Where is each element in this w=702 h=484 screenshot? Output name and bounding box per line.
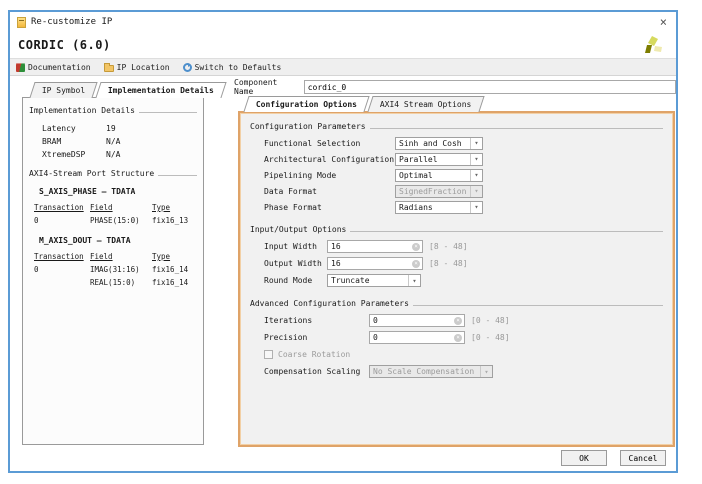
chevron-down-icon: ▾ [470, 138, 482, 149]
port-table-s-axis-phase: Transaction Field Type 0 PHASE(15:0) fix… [34, 201, 197, 227]
pipelining-mode-row: Pipelining Mode Optimal ▾ [264, 167, 663, 183]
data-format-row: Data Format SignedFraction ▾ [264, 183, 663, 199]
tab-implementation-details[interactable]: Implementation Details [96, 82, 227, 98]
phase-format-row: Phase Format Radians ▾ [264, 199, 663, 215]
recustomize-ip-dialog: Re-customize IP × CORDIC (6.0) Documenta… [8, 10, 678, 473]
ip-header: CORDIC (6.0) [10, 32, 676, 58]
page-title: CORDIC (6.0) [18, 38, 111, 52]
output-width-field[interactable]: 16 × [327, 257, 423, 270]
precision-range: [0 - 48] [471, 333, 510, 342]
folder-icon [104, 65, 114, 72]
app-icon [17, 17, 26, 28]
documentation-button[interactable]: Documentation [16, 63, 91, 72]
left-tab-bar: IP Symbol Implementation Details [32, 82, 227, 98]
clear-icon[interactable]: × [412, 243, 420, 251]
clear-icon[interactable]: × [454, 334, 462, 342]
architectural-configuration-dropdown[interactable]: Parallel ▾ [395, 153, 483, 166]
options-tab-bar: Configuration Options AXI4 Stream Option… [246, 96, 485, 112]
architectural-configuration-row: Architectural Configuration Parallel ▾ [264, 151, 663, 167]
chevron-down-icon: ▾ [470, 170, 482, 181]
toolbar: Documentation IP Location Switch to Defa… [10, 58, 676, 76]
input-width-row: Input Width 16 × [8 - 48] [264, 238, 663, 255]
table-row: REAL(15:0) fix16_14 [34, 276, 197, 289]
ip-location-button[interactable]: IP Location [104, 62, 170, 72]
coarse-rotation-label: Coarse Rotation [278, 350, 350, 359]
cancel-button[interactable]: Cancel [620, 450, 666, 466]
switch-to-defaults-label: Switch to Defaults [195, 63, 282, 72]
switch-to-defaults-button[interactable]: Switch to Defaults [183, 63, 282, 72]
port-table-m-axis-dout: Transaction Field Type 0 IMAG(31:16) fix… [34, 250, 197, 289]
tab-axi4-stream-options[interactable]: AXI4 Stream Options [368, 96, 485, 112]
documentation-label: Documentation [28, 63, 91, 72]
port-group-s-axis-phase: S_AXIS_PHASE — TDATA [39, 187, 197, 196]
compensation-scaling-row: Compensation Scaling No Scale Compensati… [264, 363, 663, 380]
tab-ip-symbol[interactable]: IP Symbol [29, 82, 98, 98]
footer-buttons: OK Cancel [561, 450, 666, 466]
round-mode-dropdown[interactable]: Truncate ▾ [327, 274, 421, 287]
impl-row-xtremedsp: XtremeDSP N/A [42, 148, 197, 161]
port-structure-section-header: AXI4-Stream Port Structure [29, 169, 197, 178]
title-bar: Re-customize IP × [10, 12, 676, 32]
clear-icon[interactable]: × [454, 317, 462, 325]
iterations-range: [0 - 48] [471, 316, 510, 325]
configuration-options-panel: Configuration Parameters Functional Sele… [238, 111, 675, 447]
round-mode-row: Round Mode Truncate ▾ [264, 272, 663, 289]
advanced-section-header: Advanced Configuration Parameters [250, 299, 663, 308]
chevron-down-icon: ▾ [480, 366, 492, 377]
functional-selection-row: Functional Selection Sinh and Cosh ▾ [264, 135, 663, 151]
close-icon[interactable]: × [658, 16, 669, 28]
impl-row-bram: BRAM N/A [42, 135, 197, 148]
xilinx-logo-icon [642, 33, 664, 57]
component-name-row: Component Name [234, 78, 676, 96]
precision-field[interactable]: 0 × [369, 331, 465, 344]
output-width-row: Output Width 16 × [8 - 48] [264, 255, 663, 272]
impl-section-header: Implementation Details [29, 106, 197, 115]
impl-row-latency: Latency 19 [42, 122, 197, 135]
ok-button[interactable]: OK [561, 450, 607, 466]
iterations-row: Iterations 0 × [0 - 48] [264, 312, 663, 329]
data-format-dropdown: SignedFraction ▾ [395, 185, 483, 198]
chevron-down-icon: ▾ [408, 275, 420, 286]
input-width-range: [8 - 48] [429, 242, 468, 251]
iterations-field[interactable]: 0 × [369, 314, 465, 327]
table-row: 0 PHASE(15:0) fix16_13 [34, 214, 197, 227]
chevron-down-icon: ▾ [470, 186, 482, 197]
coarse-rotation-row: Coarse Rotation [264, 346, 663, 363]
compensation-scaling-dropdown: No Scale Compensation ▾ [369, 365, 493, 378]
port-group-m-axis-dout: M_AXIS_DOUT — TDATA [39, 236, 197, 245]
phase-format-dropdown[interactable]: Radians ▾ [395, 201, 483, 214]
component-name-label: Component Name [234, 78, 300, 96]
component-name-input[interactable] [304, 80, 676, 94]
pipelining-mode-dropdown[interactable]: Optimal ▾ [395, 169, 483, 182]
output-width-range: [8 - 48] [429, 259, 468, 268]
precision-row: Precision 0 × [0 - 48] [264, 329, 663, 346]
chevron-down-icon: ▾ [470, 154, 482, 165]
config-params-section-header: Configuration Parameters [250, 122, 663, 131]
tab-configuration-options[interactable]: Configuration Options [243, 96, 369, 112]
ip-location-label: IP Location [117, 63, 170, 72]
window-title: Re-customize IP [31, 17, 112, 27]
refresh-icon [183, 63, 192, 72]
table-row: 0 IMAG(31:16) fix16_14 [34, 263, 197, 276]
table-header-row: Transaction Field Type [34, 250, 197, 263]
clear-icon[interactable]: × [412, 260, 420, 268]
table-header-row: Transaction Field Type [34, 201, 197, 214]
input-width-field[interactable]: 16 × [327, 240, 423, 253]
book-icon [16, 63, 25, 72]
implementation-details-panel: Implementation Details Latency 19 BRAM N… [22, 97, 204, 445]
functional-selection-dropdown[interactable]: Sinh and Cosh ▾ [395, 137, 483, 150]
chevron-down-icon: ▾ [470, 202, 482, 213]
coarse-rotation-checkbox [264, 350, 273, 359]
io-options-section-header: Input/Output Options [250, 225, 663, 234]
